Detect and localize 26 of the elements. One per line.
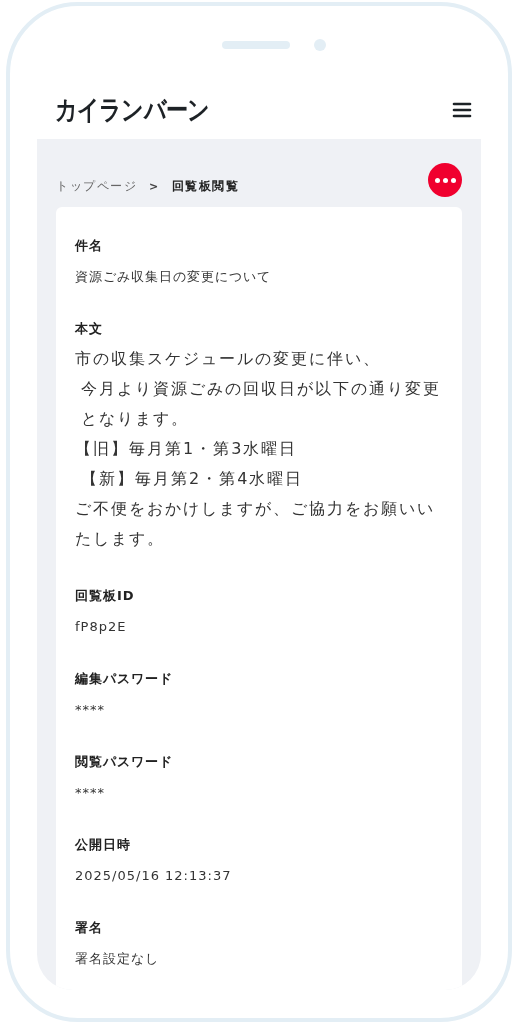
body-line: 【新】毎月第2・第4水曜日 [80,468,305,490]
field-label: 編集パスワード [75,670,174,688]
field-label: 回覧板ID [75,587,136,605]
body-line: 【旧】毎月第1・第3水曜日 [75,438,299,460]
more-button[interactable] [428,163,462,197]
camera-dot [314,39,326,51]
field-value: **** [75,701,106,719]
field-value: 署名設定なし [75,950,160,968]
field-label: 閲覧パスワード [75,753,174,771]
breadcrumb-link[interactable]: トップページ [56,177,137,195]
speaker-slot [222,41,290,49]
field-label: 公開日時 [75,836,132,854]
body-line: 今月より資源ごみの回収日が以下の通り変更となります。 [80,378,442,430]
field-label: 件名 [75,237,104,255]
field-value: **** [75,784,106,802]
breadcrumb-separator: > [149,179,160,193]
field-value: 資源ごみ収集日の変更について [75,268,272,286]
field-value: 2025/05/16 12:13:37 [75,867,233,885]
field-label: 署名 [75,919,104,937]
body-line: 市の収集スケジュールの変更に伴い、 [75,348,382,370]
body-line: ご不便をおかけしますが、ご協力をお願いいたします。 [75,498,436,550]
site-logo[interactable]: カイランバーン [55,91,210,128]
menu-icon[interactable] [452,100,472,119]
field-value: fP8p2E [75,618,128,636]
field-label: 本文 [75,320,104,338]
breadcrumb-current: 回覧板閲覧 [171,177,240,195]
